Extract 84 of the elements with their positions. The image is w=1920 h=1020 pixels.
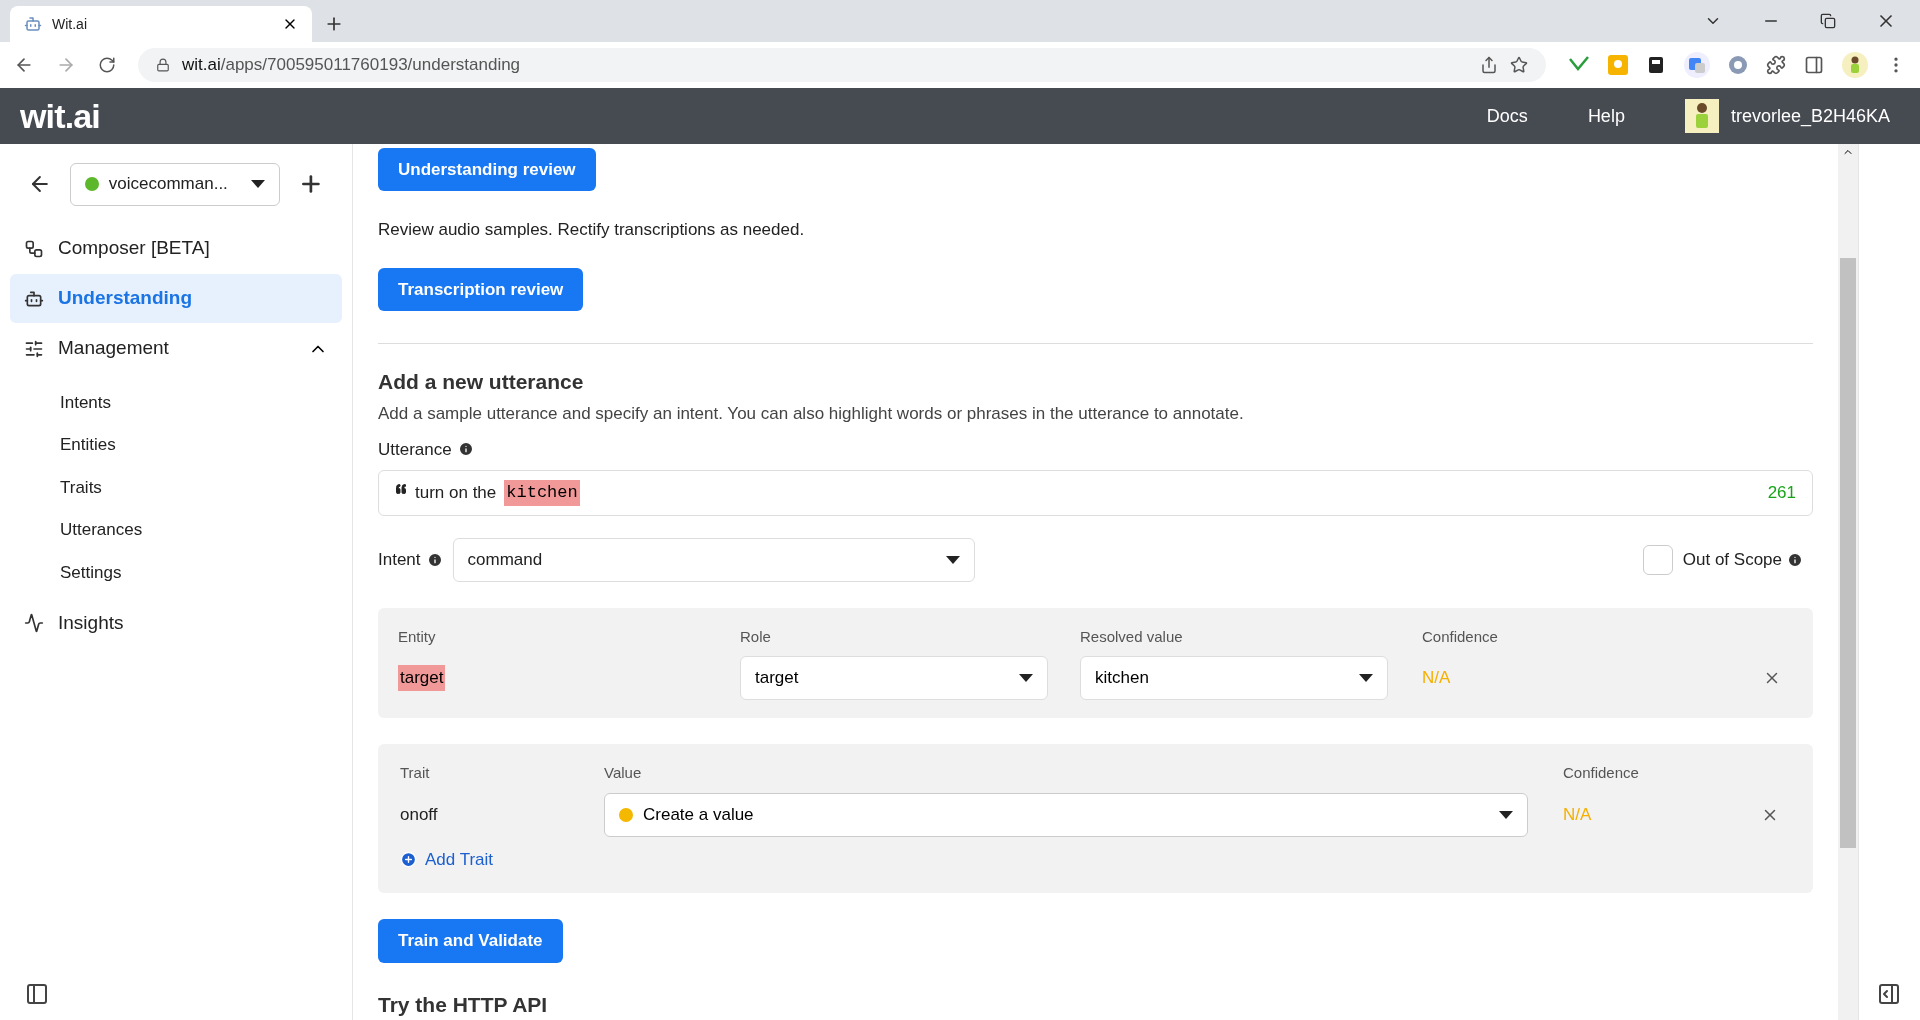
- add-trait-link[interactable]: Add Trait: [400, 846, 494, 873]
- sidebar-item[interactable]: Insights: [10, 598, 342, 648]
- sliders-icon: [24, 338, 44, 359]
- robot-icon: [24, 15, 42, 33]
- sidebar-subitem[interactable]: Intents: [0, 381, 352, 424]
- star-icon[interactable]: [1510, 56, 1528, 74]
- app-name: voicecomman...: [108, 173, 228, 196]
- browser-tab[interactable]: Wit.ai: [10, 6, 312, 42]
- sidebar-subitem[interactable]: Settings: [0, 551, 352, 594]
- dropdown-value: Create a value: [643, 803, 754, 826]
- puzzle-icon[interactable]: [1766, 55, 1786, 75]
- logo[interactable]: wit.ai: [20, 90, 100, 142]
- field-label: Utterance: [378, 438, 452, 461]
- address-bar[interactable]: wit.ai/apps/700595011760193/understanding: [138, 48, 1546, 82]
- sidebar-label: Composer [BETA]: [58, 236, 210, 261]
- section-title: Add a new utterance: [378, 368, 585, 395]
- column-header: Value: [604, 763, 643, 784]
- side-panel-icon[interactable]: [1804, 55, 1824, 75]
- trait-name: onoff: [400, 803, 439, 826]
- column-header: Trait: [400, 763, 431, 784]
- column-header: Entity: [398, 626, 437, 647]
- lock-icon: [156, 58, 170, 72]
- sidebar-subitem[interactable]: Traits: [0, 466, 352, 509]
- confidence-value: N/A: [1422, 667, 1452, 690]
- section-title: Try the HTTP API: [378, 991, 549, 1018]
- column-header: Confidence: [1563, 763, 1640, 784]
- column-header: Role: [740, 626, 772, 647]
- panel-toggle-icon[interactable]: [25, 982, 49, 1006]
- scrollbar[interactable]: [1838, 144, 1858, 1020]
- caret-icon: [251, 180, 266, 188]
- plus-circle-icon: [400, 850, 417, 868]
- app-selector[interactable]: voicecomman...: [69, 162, 281, 206]
- sidebar-label: Insights: [58, 610, 124, 635]
- tab-title: Wit.ai: [52, 14, 87, 34]
- utterance-field[interactable]: turn on the kitchen 261: [378, 470, 1813, 516]
- info-icon[interactable]: [426, 551, 443, 568]
- intent-dropdown[interactable]: command: [452, 537, 975, 582]
- info-icon[interactable]: [1787, 551, 1803, 568]
- dropdown-value: command: [467, 548, 543, 571]
- confidence-value: N/A: [1563, 803, 1593, 826]
- caret-icon: [945, 555, 960, 564]
- checkbox[interactable]: [1642, 544, 1673, 575]
- user-name[interactable]: trevorlee_B2H46KA: [1730, 102, 1890, 130]
- train-validate-button[interactable]: Train and Validate: [378, 918, 563, 963]
- section-description: Add a sample utterance and specify an intent. You can also highlight words or phrases in the utterance to annotate.: [378, 403, 1245, 426]
- understanding-review-button[interactable]: Understanding review: [378, 148, 596, 191]
- chart-line-icon: [24, 613, 44, 633]
- review-description: Review audio samples. Rectify transcriptions as needed.: [378, 218, 806, 241]
- field-label: Intent: [378, 548, 421, 571]
- quote-icon: [395, 482, 407, 495]
- url-text: wit.ai/apps/700595011760193/understanding: [182, 54, 521, 77]
- caret-icon: [1499, 810, 1513, 819]
- transcription-review-button[interactable]: Transcription review: [378, 268, 584, 311]
- caret-icon: [1019, 674, 1033, 683]
- share-icon[interactable]: [1480, 56, 1498, 74]
- restore-icon[interactable]: [1820, 13, 1836, 29]
- nav-link[interactable]: Docs: [1486, 102, 1528, 130]
- caret-icon: [1359, 674, 1373, 683]
- sidebar-subitem[interactable]: Entities: [0, 423, 352, 466]
- info-icon[interactable]: [457, 441, 474, 458]
- utterance-text: turn on the: [415, 482, 497, 505]
- avatar-icon[interactable]: [1842, 52, 1868, 78]
- avatar-icon[interactable]: [1684, 99, 1719, 133]
- role-dropdown[interactable]: target: [740, 656, 1048, 701]
- column-header: Resolved value: [1080, 626, 1184, 647]
- sidebar-item[interactable]: Understanding: [10, 274, 342, 323]
- resolved-value-dropdown[interactable]: kitchen: [1080, 656, 1388, 701]
- reload-icon[interactable]: [98, 56, 116, 74]
- panel-toggle-icon[interactable]: [1877, 982, 1901, 1006]
- sidebar-item[interactable]: Management: [10, 324, 342, 373]
- highlighted-entity[interactable]: kitchen: [504, 480, 580, 506]
- sidebar-subitem[interactable]: Utterances: [0, 508, 352, 551]
- entity-tag[interactable]: target: [398, 665, 446, 691]
- sidebar-label: Management: [58, 336, 169, 361]
- dropdown-value: target: [755, 667, 799, 690]
- dropdown-value: kitchen: [1095, 667, 1149, 690]
- nav-link[interactable]: Help: [1587, 102, 1625, 130]
- value-dropdown[interactable]: Create a value: [604, 792, 1528, 837]
- character-count: 261: [1767, 482, 1796, 505]
- sidebar-label: Understanding: [58, 286, 193, 311]
- column-header: Confidence: [1422, 626, 1499, 647]
- sidebar-item[interactable]: Composer [BETA]: [10, 224, 342, 273]
- nodes-icon: [24, 238, 44, 259]
- checkbox-label: Out of Scope: [1682, 548, 1782, 571]
